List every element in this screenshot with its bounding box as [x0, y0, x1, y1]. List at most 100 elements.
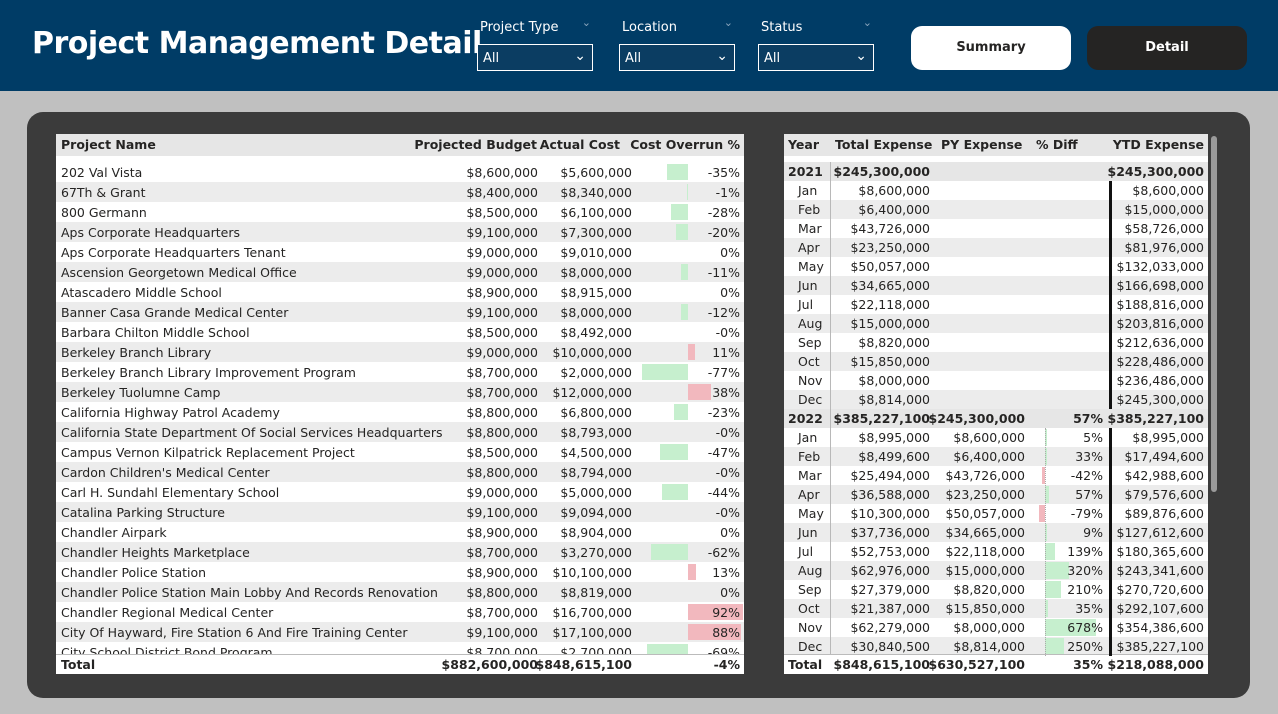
project-name: Catalina Parking Structure [61, 505, 225, 520]
ytd-expense: $15,000,000 [1124, 202, 1204, 217]
month-row[interactable]: Nov $8,000,000 $236,486,000 [784, 371, 1208, 390]
column-divider [830, 162, 831, 673]
table-row[interactable]: 800 Germann $8,500,000 $6,100,000 -28% [56, 202, 744, 222]
filter-label: Status [761, 20, 803, 35]
location-select[interactable]: All ⌄ [619, 44, 735, 71]
actual-cost: $3,270,000 [560, 545, 632, 560]
project-name: Berkeley Tuolumne Camp [61, 385, 221, 400]
table-row[interactable]: Chandler Police Station $8,900,000 $10,100… [56, 562, 744, 582]
month-row[interactable]: Dec $30,840,500 $8,814,000 250% $385,227,100 [784, 637, 1208, 655]
detail-button[interactable]: Detail [1087, 26, 1247, 70]
month-row[interactable]: Aug $15,000,000 $203,816,000 [784, 314, 1208, 333]
table-row[interactable]: 67Th & Grant $8,400,000 $8,340,000 -1% [56, 182, 744, 202]
month-row[interactable]: Mar $25,494,000 $43,726,000 -42% $42,988,600 [784, 466, 1208, 485]
table-row[interactable]: Catalina Parking Structure $9,100,000 $9,0… [56, 502, 744, 522]
table-row[interactable]: Campus Vernon Kilpatrick Replacement Pro… [56, 442, 744, 462]
status-select[interactable]: All ⌄ [758, 44, 874, 71]
table-row[interactable]: Berkeley Branch Library Improvement Prog… [56, 362, 744, 382]
projected-budget: $8,800,000 [466, 465, 538, 480]
table-row[interactable]: Aps Corporate Headquarters Tenant $9,000,… [56, 242, 744, 262]
month-row[interactable]: Feb $6,400,000 $15,000,000 [784, 200, 1208, 219]
ytd-expense: $385,227,100 [1107, 411, 1204, 426]
projected-budget: $9,100,000 [466, 305, 538, 320]
month-row[interactable]: Nov $62,279,000 $8,000,000 678% $354,386,600 [784, 618, 1208, 637]
month-label: Feb [798, 449, 821, 464]
table-row[interactable]: Cardon Children's Medical Center $8,800,0… [56, 462, 744, 482]
table-row[interactable]: Chandler Heights Marketplace $8,700,000 $3… [56, 542, 744, 562]
table-row[interactable]: Berkeley Tuolumne Camp $8,700,000 $12,000,… [56, 382, 744, 402]
month-row[interactable]: Jan $8,600,000 $8,600,000 [784, 181, 1208, 200]
overrun-bar [681, 264, 688, 280]
month-row[interactable]: Jun $34,665,000 $166,698,000 [784, 276, 1208, 295]
table-row[interactable]: Atascadero Middle School $8,900,000 $8,915… [56, 282, 744, 302]
projected-budget: $8,900,000 [466, 525, 538, 540]
month-row[interactable]: Mar $43,726,000 $58,726,000 [784, 219, 1208, 238]
year-row[interactable]: 2021 $245,300,000 $245,300,000 [784, 162, 1208, 181]
table-row[interactable]: Ascension Georgetown Medical Office $9,00… [56, 262, 744, 282]
chevron-down-icon: ⌄ [574, 48, 586, 64]
month-row[interactable]: Dec $8,814,000 $245,300,000 [784, 390, 1208, 409]
table-row[interactable]: California Highway Patrol Academy $8,800,… [56, 402, 744, 422]
table-row[interactable]: Carl H. Sundahl Elementary School $9,000,… [56, 482, 744, 502]
month-row[interactable]: Sep $8,820,000 $212,636,000 [784, 333, 1208, 352]
table-row[interactable]: Banner Casa Grande Medical Center $9,100,… [56, 302, 744, 322]
month-label: Dec [798, 392, 823, 407]
overrun-bar [688, 564, 696, 580]
month-row[interactable]: Jan $8,995,000 $8,600,000 5% $8,995,000 [784, 428, 1208, 447]
table-row[interactable]: City School District Bond Program $8,700,… [56, 642, 744, 654]
year-row[interactable]: 2022 $385,227,100 $245,300,000 57% $385,227,… [784, 409, 1208, 428]
table-row[interactable]: Aps Corporate Headquarters $9,100,000 $7,3… [56, 222, 744, 242]
month-row[interactable]: Oct $15,850,000 $228,486,000 [784, 352, 1208, 371]
col-pct-diff[interactable]: % Diff [1036, 137, 1078, 152]
table-row[interactable]: 202 Val Vista $8,600,000 $5,600,000 -35% [56, 162, 744, 182]
chevron-down-icon[interactable]: ⌄ [582, 16, 591, 29]
summary-button[interactable]: Summary [911, 26, 1071, 70]
month-label: Oct [798, 601, 820, 616]
month-label: Dec [798, 639, 823, 654]
table-row[interactable]: Barbara Chilton Middle School $8,500,000 $… [56, 322, 744, 342]
project-name: City Of Hayward, Fire Station 6 And Fire… [61, 625, 408, 640]
col-project-name[interactable]: Project Name [61, 137, 156, 152]
month-row[interactable]: Sep $27,379,000 $8,820,000 210% $270,720,600 [784, 580, 1208, 599]
project-type-select[interactable]: All ⌄ [477, 44, 593, 71]
table-row[interactable]: Chandler Regional Medical Center $8,700,0… [56, 602, 744, 622]
table-row[interactable]: Chandler Police Station Main Lobby And R… [56, 582, 744, 602]
col-projected-budget[interactable]: Projected Budget [414, 137, 537, 152]
table-row[interactable]: Chandler Airpark $8,900,000 $8,904,000 0% [56, 522, 744, 542]
month-row[interactable]: Aug $62,976,000 $15,000,000 320% $243,341,60… [784, 561, 1208, 580]
chevron-down-icon[interactable]: ⌄ [863, 16, 872, 29]
total-budget: $882,600,000 [441, 657, 538, 672]
total-expense: $36,588,000 [850, 487, 930, 502]
month-label: Sep [798, 582, 822, 597]
scrollbar-thumb[interactable] [1211, 136, 1217, 492]
cost-overrun: 38% [712, 385, 740, 400]
month-label: Sep [798, 335, 822, 350]
actual-cost: $10,000,000 [552, 345, 632, 360]
col-actual-cost[interactable]: Actual Cost [540, 137, 620, 152]
month-row[interactable]: Jul $22,118,000 $188,816,000 [784, 295, 1208, 314]
total-py-expense: $630,527,100 [928, 657, 1025, 672]
month-row[interactable]: Apr $36,588,000 $23,250,000 57% $79,576,600 [784, 485, 1208, 504]
month-row[interactable]: Jun $37,736,000 $34,665,000 9% $127,612,600 [784, 523, 1208, 542]
table-row[interactable]: California State Department Of Social Se… [56, 422, 744, 442]
total-label: Total [61, 657, 96, 672]
table-row[interactable]: City Of Hayward, Fire Station 6 And Fire… [56, 622, 744, 642]
chevron-down-icon[interactable]: ⌄ [724, 16, 733, 29]
col-cost-overrun[interactable]: Cost Overrun % [630, 137, 740, 152]
pct-diff-bar [1045, 543, 1056, 560]
month-row[interactable]: Apr $23,250,000 $81,976,000 [784, 238, 1208, 257]
project-name: 67Th & Grant [61, 185, 146, 200]
table-row[interactable]: Berkeley Branch Library $9,000,000 $10,000… [56, 342, 744, 362]
col-total-expense[interactable]: Total Expense [835, 137, 932, 152]
month-row[interactable]: May $50,057,000 $132,033,000 [784, 257, 1208, 276]
ytd-expense: $42,988,600 [1124, 468, 1204, 483]
month-row[interactable]: Feb $8,499,600 $6,400,000 33% $17,494,600 [784, 447, 1208, 466]
month-row[interactable]: Oct $21,387,000 $15,850,000 35% $292,107,600 [784, 599, 1208, 618]
project-name: California Highway Patrol Academy [61, 405, 280, 420]
col-py-expense[interactable]: PY Expense [941, 137, 1022, 152]
month-row[interactable]: Jul $52,753,000 $22,118,000 139% $180,365,60… [784, 542, 1208, 561]
col-year[interactable]: Year [788, 137, 819, 152]
col-ytd-expense[interactable]: YTD Expense [1113, 137, 1204, 152]
month-row[interactable]: May $10,300,000 $50,057,000 -79% $89,876,600 [784, 504, 1208, 523]
projected-budget: $8,500,000 [466, 445, 538, 460]
